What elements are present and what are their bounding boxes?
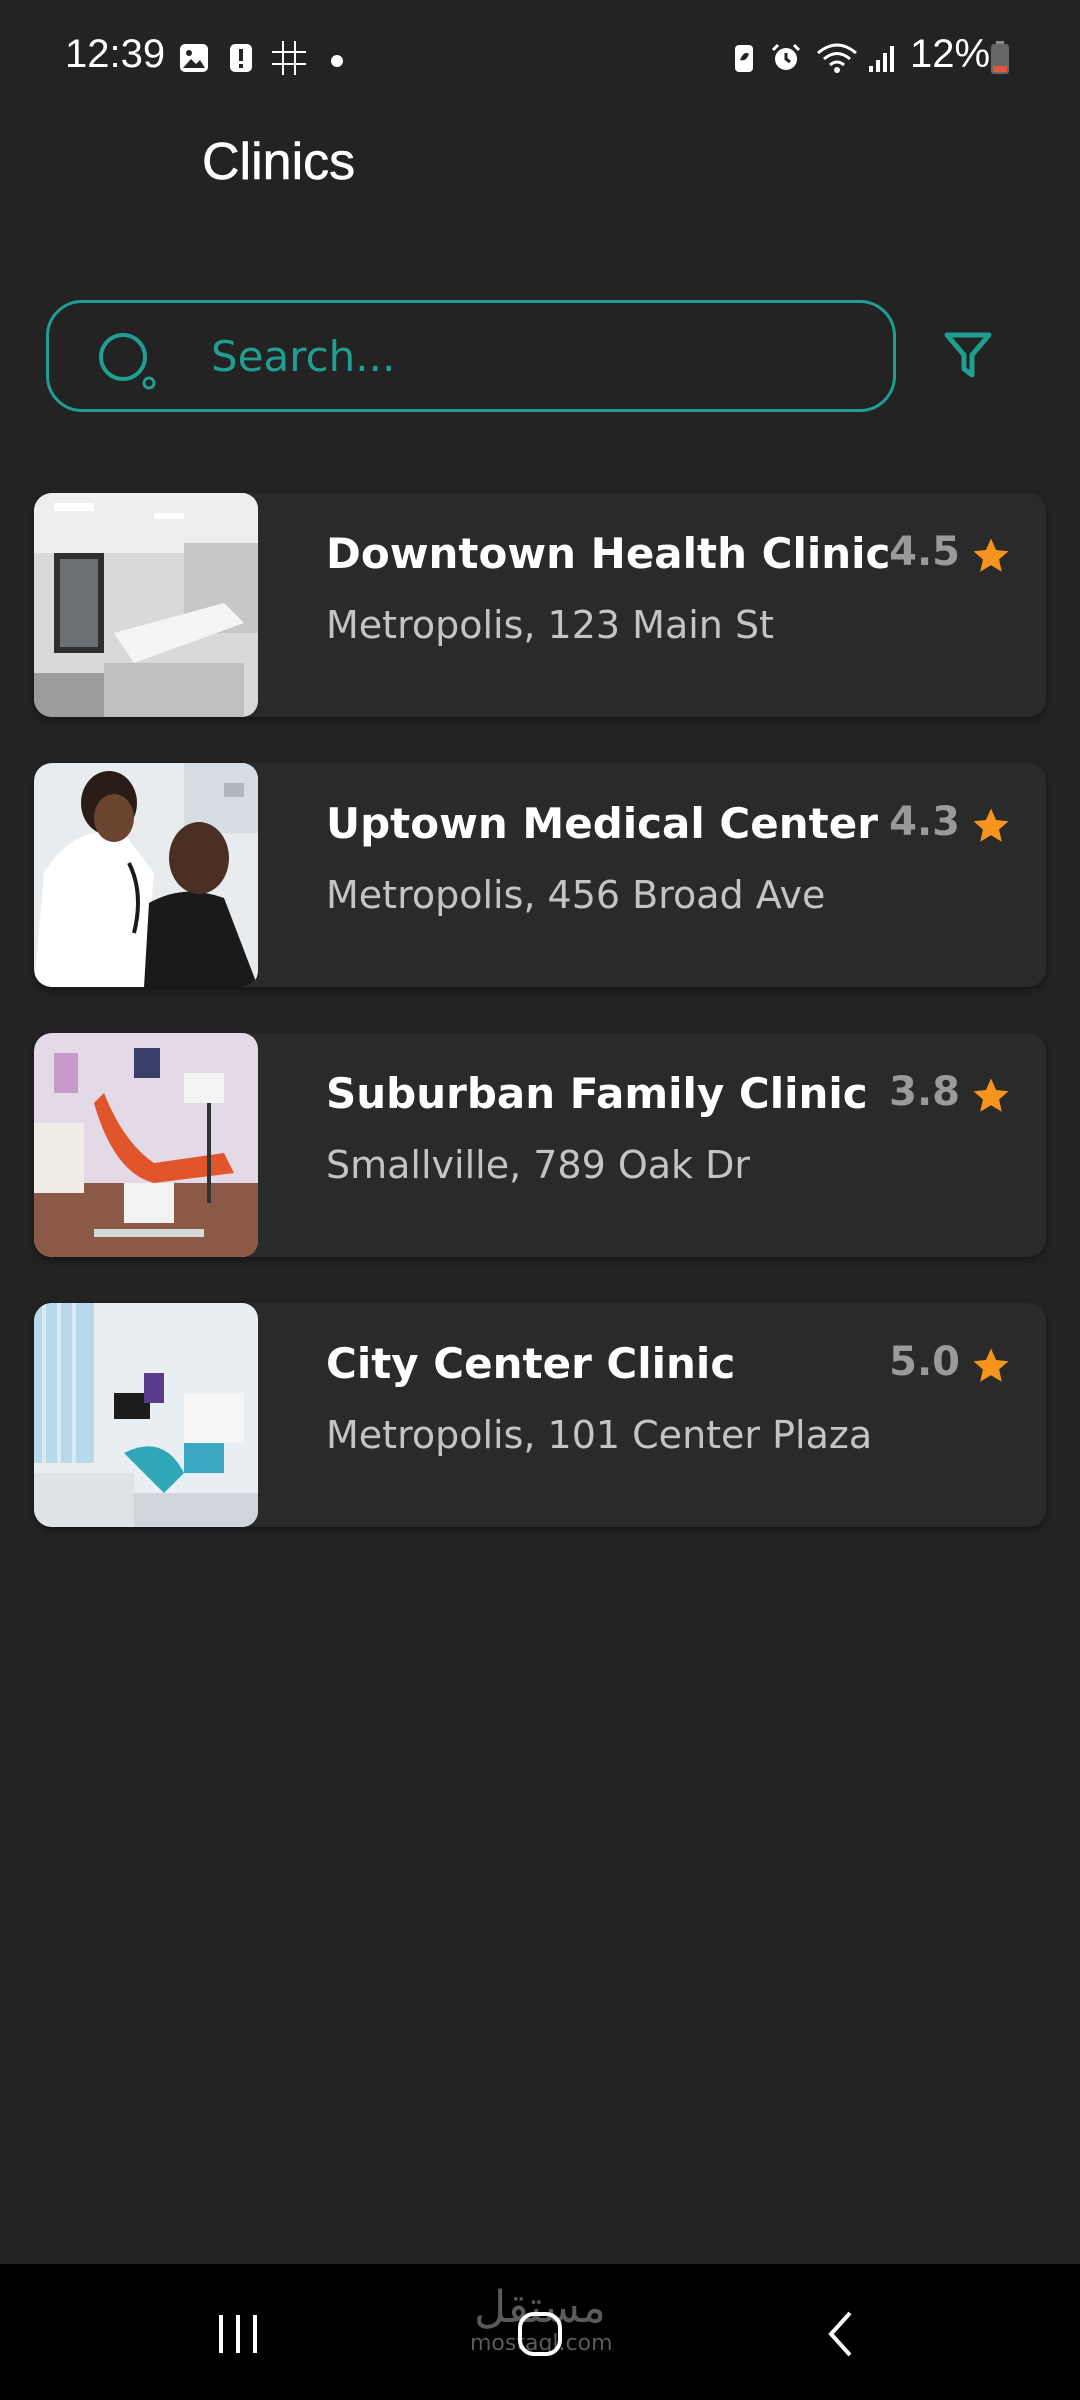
- search-input[interactable]: [209, 325, 853, 387]
- clinic-name: Downtown Health Clinic: [326, 529, 891, 578]
- battery-icon: [990, 41, 1010, 74]
- clinic-address: Metropolis, 456 Broad Ave: [326, 873, 826, 917]
- battery-level: 12%: [910, 32, 991, 76]
- search-bar[interactable]: [46, 300, 896, 412]
- filter-icon: [944, 331, 992, 385]
- clinic-address: Metropolis, 101 Center Plaza: [326, 1413, 873, 1457]
- wifi-icon: [815, 42, 859, 74]
- star-icon: [970, 1075, 1012, 1117]
- notification-dot: [331, 55, 343, 67]
- image-icon: [178, 42, 210, 74]
- clinic-rating: 5.0: [889, 1339, 960, 1385]
- back-button[interactable]: [802, 2294, 882, 2374]
- star-icon: [970, 1345, 1012, 1387]
- star-icon: [970, 535, 1012, 577]
- signal-icon: [866, 42, 898, 74]
- status-time: 12:39: [65, 32, 166, 76]
- clinic-card[interactable]: Suburban Family Clinic Smallville, 789 O…: [34, 1033, 1046, 1257]
- clinic-rating: 4.5: [889, 529, 960, 575]
- clinic-card[interactable]: Uptown Medical Center Metropolis, 456 Br…: [34, 763, 1046, 987]
- clinic-address: Smallville, 789 Oak Dr: [326, 1143, 751, 1187]
- clinic-address: Metropolis, 123 Main St: [326, 603, 774, 647]
- star-icon: [970, 805, 1012, 847]
- clinic-image: [34, 1033, 258, 1257]
- system-nav-bar: مستقل mostaql.com: [0, 2264, 1080, 2400]
- recents-button[interactable]: [198, 2294, 278, 2374]
- clinic-name: City Center Clinic: [326, 1339, 736, 1388]
- clinic-name: Suburban Family Clinic: [326, 1069, 868, 1118]
- clinic-image: [34, 1303, 258, 1527]
- tictactoe-icon: [270, 41, 308, 75]
- clinic-image: [34, 763, 258, 987]
- status-bar: 12:39 12%: [0, 0, 1080, 120]
- clinic-card[interactable]: Downtown Health Clinic Metropolis, 123 M…: [34, 493, 1046, 717]
- clinic-name: Uptown Medical Center: [326, 799, 878, 848]
- battery-saver-icon: [728, 42, 760, 74]
- clinic-image: [34, 493, 258, 717]
- clinic-list: Downtown Health Clinic Metropolis, 123 M…: [34, 493, 1046, 1573]
- clinic-card[interactable]: City Center Clinic Metropolis, 101 Cente…: [34, 1303, 1046, 1527]
- alert-icon: [225, 42, 257, 74]
- search-icon: [97, 331, 157, 391]
- clinic-rating: 3.8: [889, 1069, 960, 1115]
- filter-button[interactable]: [936, 326, 1000, 390]
- home-button[interactable]: [500, 2294, 580, 2374]
- clinic-rating: 4.3: [889, 799, 960, 845]
- alarm-icon: [770, 42, 802, 74]
- page-title: Clinics: [202, 133, 356, 192]
